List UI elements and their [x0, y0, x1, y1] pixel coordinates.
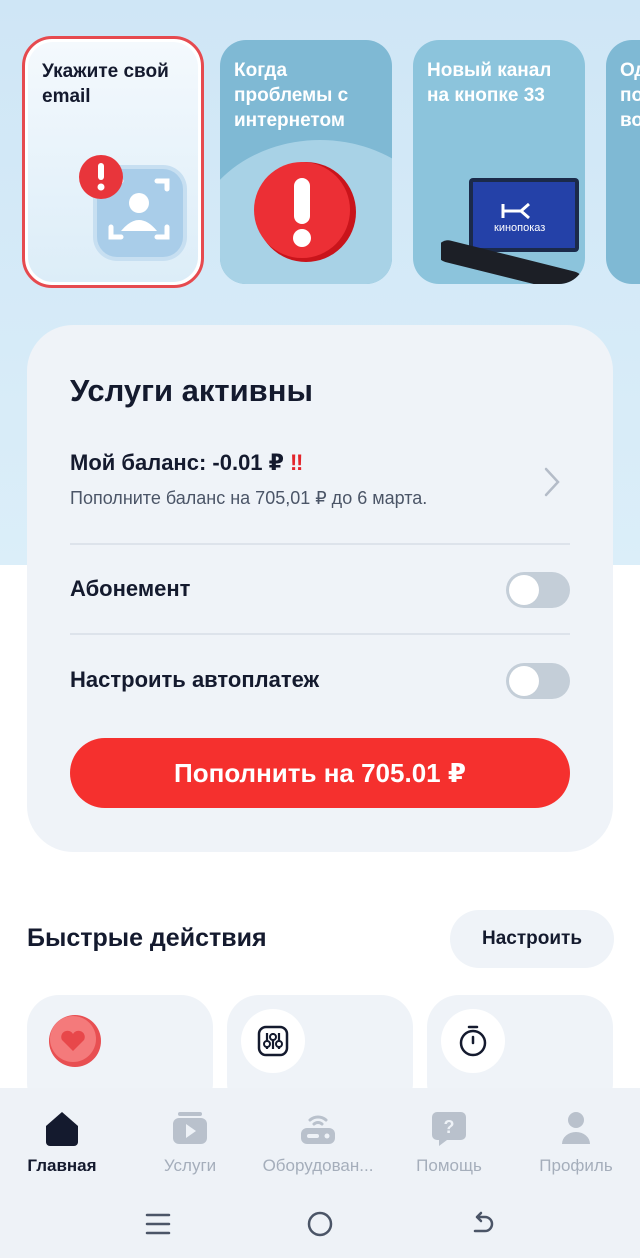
nav-equipment[interactable]: Оборудован...	[254, 1108, 382, 1178]
stories-carousel[interactable]: Укажите свой email Когда проблемы с инте…	[0, 0, 640, 300]
services-card: Услуги активны Мой баланс: -0.01 ₽ ‼ Попо…	[27, 325, 613, 852]
autopay-row[interactable]: Настроить автоплатеж	[70, 661, 570, 701]
quick-actions-title: Быстрые действия	[27, 924, 267, 952]
divider	[70, 633, 570, 635]
story-email[interactable]: Укажите свой email	[22, 36, 204, 288]
autopay-toggle[interactable]	[506, 663, 570, 699]
toggle-knob	[509, 666, 539, 696]
autopay-label: Настроить автоплатеж	[70, 667, 320, 692]
back-arrow-icon	[473, 1211, 494, 1233]
configure-button[interactable]: Настроить	[450, 910, 614, 968]
divider	[70, 543, 570, 545]
back-button[interactable]	[462, 1204, 502, 1244]
subscription-label: Абонемент	[70, 576, 191, 601]
services-icon	[173, 1112, 207, 1144]
nav-label: Главная	[27, 1156, 97, 1175]
nav-label: Помощь	[416, 1156, 482, 1175]
home-system-button[interactable]	[300, 1204, 340, 1244]
face-id-alert-icon	[79, 155, 187, 261]
bottom-navigation: Главная Услуги Оборудован... ? Помощь Пр…	[0, 1088, 640, 1258]
story-partial[interactable]: Од по во	[606, 40, 640, 284]
recent-apps-button[interactable]	[138, 1204, 178, 1244]
router-icon	[301, 1115, 335, 1144]
subscription-row[interactable]: Абонемент	[70, 570, 570, 610]
nav-label: Оборудован...	[262, 1156, 374, 1175]
balance-hint: Пополните баланс на 705,01 ₽ до 6 марта.	[70, 488, 428, 508]
subscription-toggle[interactable]	[506, 572, 570, 608]
nav-services[interactable]: Услуги	[126, 1108, 254, 1178]
profile-icon	[562, 1112, 590, 1144]
home-icon	[46, 1112, 78, 1146]
nav-profile[interactable]: Профиль	[512, 1108, 640, 1178]
balance-label: Мой баланс: -0.01 ₽	[70, 450, 284, 475]
settings-sliders-icon	[257, 1025, 289, 1057]
circle-home-icon	[307, 1211, 333, 1237]
story-title: Новый канал на кнопке 33	[427, 60, 552, 106]
quick-action-icon-circle	[441, 1009, 505, 1073]
nav-label: Профиль	[539, 1156, 613, 1175]
chevron-right-icon[interactable]	[542, 465, 562, 499]
system-navigation-bar	[0, 1188, 640, 1258]
nav-label: Услуги	[163, 1156, 217, 1175]
help-icon: ?	[432, 1112, 466, 1146]
story-title: Од по во	[620, 60, 640, 131]
services-title: Услуги активны	[70, 373, 313, 408]
story-title: Укажите свой email	[42, 61, 169, 107]
warning-icon: ‼	[289, 450, 304, 475]
menu-icon	[145, 1213, 171, 1235]
heart-coin-icon	[49, 1015, 101, 1067]
tv-channel-label: кинопоказ	[494, 222, 546, 234]
timer-icon	[459, 1025, 487, 1057]
story-title: Когда проблемы с интернетом	[234, 60, 349, 131]
balance-line: Мой баланс: -0.01 ₽ ‼	[70, 450, 570, 476]
story-new-channel[interactable]: Новый канал на кнопке 33 кинопоказ	[413, 40, 585, 284]
story-internet-problems[interactable]: Когда проблемы с интернетом	[220, 40, 392, 284]
exclamation-icon	[254, 162, 356, 262]
nav-home[interactable]: Главная	[0, 1108, 126, 1178]
quick-action-icon-circle	[241, 1009, 305, 1073]
toggle-knob	[509, 575, 539, 605]
balance-row[interactable]: Мой баланс: -0.01 ₽ ‼ Пополните баланс на…	[70, 450, 570, 520]
top-up-button[interactable]: Пополнить на 705.01 ₽	[70, 738, 570, 808]
nav-help[interactable]: ? Помощь	[385, 1108, 513, 1178]
svg-text:?: ?	[444, 1117, 455, 1137]
